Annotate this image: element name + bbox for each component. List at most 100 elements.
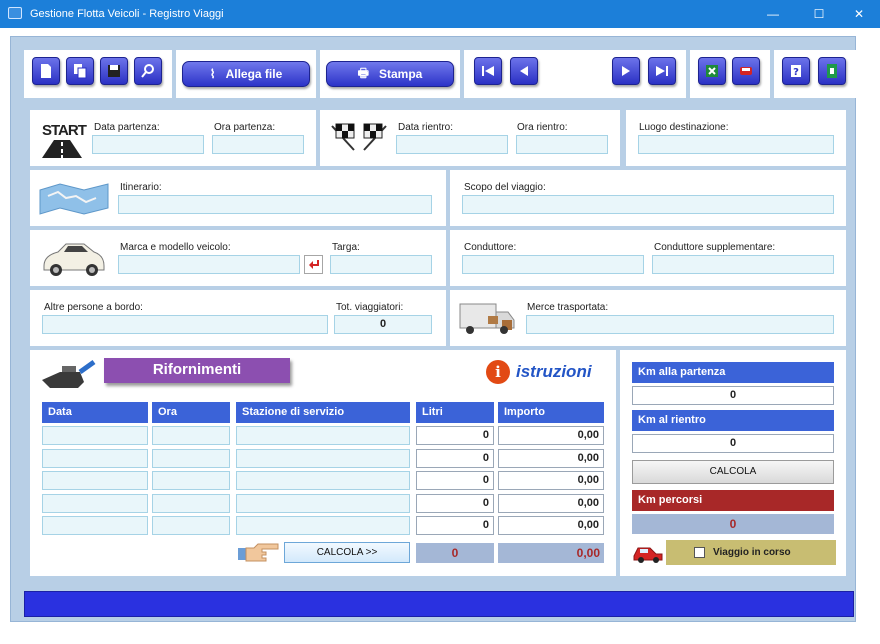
- refuel-litri-cell[interactable]: 0: [416, 471, 494, 490]
- conduttore-input[interactable]: [462, 255, 644, 274]
- refuel-importo-cell[interactable]: 0,00: [498, 426, 604, 445]
- viaggio-in-corso-checkbox[interactable]: [694, 547, 705, 558]
- marca-modello-input[interactable]: [118, 255, 300, 274]
- refuel-litri-cell[interactable]: 0: [416, 493, 494, 513]
- vehicle-section: Marca e modello veicolo: Targa:: [30, 230, 446, 286]
- select-vehicle-button[interactable]: [304, 255, 323, 274]
- scopo-viaggio-input[interactable]: [462, 195, 834, 214]
- start-logo: START: [42, 122, 87, 139]
- search-icon: [141, 64, 154, 78]
- purpose-section: Scopo del viaggio:: [450, 170, 846, 226]
- status-bar: [24, 591, 854, 617]
- col-header-litri: Litri: [416, 402, 494, 423]
- excel-icon: [706, 65, 718, 77]
- previous-record-button[interactable]: [510, 57, 538, 85]
- attach-file-button[interactable]: ⌇ Allega file: [182, 61, 310, 87]
- altre-persone-input[interactable]: [42, 315, 328, 334]
- targa-input[interactable]: [330, 255, 432, 274]
- next-record-button[interactable]: [612, 57, 640, 85]
- maximize-button[interactable]: ☐: [802, 0, 836, 28]
- exit-button[interactable]: [818, 57, 846, 85]
- toolbar-file-group: [24, 50, 172, 98]
- refuel-data-cell[interactable]: [42, 493, 148, 513]
- conduttore-supplementare-input[interactable]: [652, 255, 834, 274]
- toolbar-print-group: 🖶 Stampa: [320, 50, 460, 98]
- viaggio-in-corso-checkbox-area[interactable]: Viaggio in corso: [666, 540, 836, 565]
- viaggio-in-corso-label: Viaggio in corso: [713, 547, 791, 558]
- refuel-litri-cell[interactable]: 0: [416, 516, 494, 535]
- refuel-ora-cell[interactable]: [152, 516, 230, 535]
- window-title: Gestione Flotta Veicoli - Registro Viagg…: [30, 8, 224, 20]
- conduttore-label: Conduttore:: [464, 242, 517, 253]
- car-report-button[interactable]: [732, 57, 760, 85]
- refuel-stazione-cell[interactable]: [236, 471, 410, 490]
- calcola-rifornimenti-button[interactable]: CALCOLA >>: [284, 542, 410, 563]
- data-rientro-input[interactable]: [396, 135, 508, 154]
- app-icon: [8, 7, 22, 19]
- refuel-importo-cell[interactable]: 0,00: [498, 448, 604, 468]
- copy-button[interactable]: [66, 57, 94, 85]
- car-report-icon: [740, 67, 752, 75]
- printer-icon: 🖶: [357, 65, 369, 80]
- data-partenza-input[interactable]: [92, 135, 204, 154]
- refuel-data-cell[interactable]: [42, 448, 148, 468]
- refuel-stazione-cell[interactable]: [236, 426, 410, 445]
- new-icon: [41, 64, 51, 78]
- refuel-section: Rifornimenti i istruzioni Data Ora Stazi…: [30, 350, 616, 576]
- first-icon: [482, 66, 494, 76]
- conduttore-supplementare-label: Conduttore supplementare:: [654, 242, 776, 253]
- refuel-litri-cell[interactable]: 0: [416, 426, 494, 445]
- close-button[interactable]: ✕: [842, 0, 876, 28]
- export-excel-button[interactable]: [698, 57, 726, 85]
- ora-rientro-input[interactable]: [516, 135, 608, 154]
- col-header-data: Data: [42, 402, 148, 423]
- refuel-stazione-cell[interactable]: [236, 448, 410, 468]
- refuel-data-cell[interactable]: [42, 426, 148, 445]
- refuel-importo-cell[interactable]: 0,00: [498, 516, 604, 535]
- refuel-data-cell[interactable]: [42, 471, 148, 490]
- minimize-button[interactable]: —: [756, 0, 790, 28]
- ora-partenza-input[interactable]: [212, 135, 304, 154]
- car-icon: [43, 243, 105, 276]
- refuel-ora-cell[interactable]: [152, 448, 230, 468]
- checkered-flags-icon: [331, 123, 387, 151]
- toolbar-nav-group: [464, 50, 686, 98]
- info-icon: i: [486, 360, 510, 384]
- last-record-button[interactable]: [648, 57, 676, 85]
- refuel-ora-cell[interactable]: [152, 493, 230, 513]
- refuel-importo-cell[interactable]: 0,00: [498, 493, 604, 513]
- refuel-stazione-cell[interactable]: [236, 516, 410, 535]
- print-button[interactable]: 🖶 Stampa: [326, 61, 454, 87]
- refuel-ora-cell[interactable]: [152, 471, 230, 490]
- instructions-link[interactable]: i istruzioni: [486, 360, 592, 384]
- new-button[interactable]: [32, 57, 60, 85]
- data-partenza-label: Data partenza:: [94, 122, 160, 133]
- first-record-button[interactable]: [474, 57, 502, 85]
- return-arrow-icon: [308, 259, 319, 269]
- luogo-destinazione-input[interactable]: [638, 135, 834, 154]
- refuel-stazione-cell[interactable]: [236, 493, 410, 513]
- pointing-hand-icon: [238, 543, 279, 562]
- tot-viaggiatori-value[interactable]: 0: [334, 315, 432, 334]
- merce-trasportata-input[interactable]: [526, 315, 834, 334]
- help-button[interactable]: ?: [782, 57, 810, 85]
- destination-section: Luogo destinazione:: [626, 110, 846, 166]
- km-rientro-input[interactable]: 0: [632, 434, 834, 453]
- itinerary-section: Itinerario:: [30, 170, 446, 226]
- refuel-litri-cell[interactable]: 0: [416, 448, 494, 468]
- driver-section: Conduttore: Conduttore supplementare:: [450, 230, 846, 286]
- col-header-ora: Ora: [152, 402, 230, 423]
- search-button[interactable]: [134, 57, 162, 85]
- scopo-viaggio-label: Scopo del viaggio:: [464, 182, 546, 193]
- km-partenza-input[interactable]: 0: [632, 386, 834, 405]
- calcola-km-button[interactable]: CALCOLA: [632, 460, 834, 484]
- total-importo-value: 0,00: [498, 543, 604, 563]
- save-button[interactable]: [100, 57, 128, 85]
- refuel-ora-cell[interactable]: [152, 426, 230, 445]
- refuel-importo-cell[interactable]: 0,00: [498, 471, 604, 490]
- toolbar-help-group: ?: [774, 50, 856, 98]
- refuel-data-cell[interactable]: [42, 516, 148, 535]
- paperclip-icon: ⌇: [209, 67, 216, 81]
- itinerario-input[interactable]: [118, 195, 432, 214]
- save-icon: [108, 65, 120, 77]
